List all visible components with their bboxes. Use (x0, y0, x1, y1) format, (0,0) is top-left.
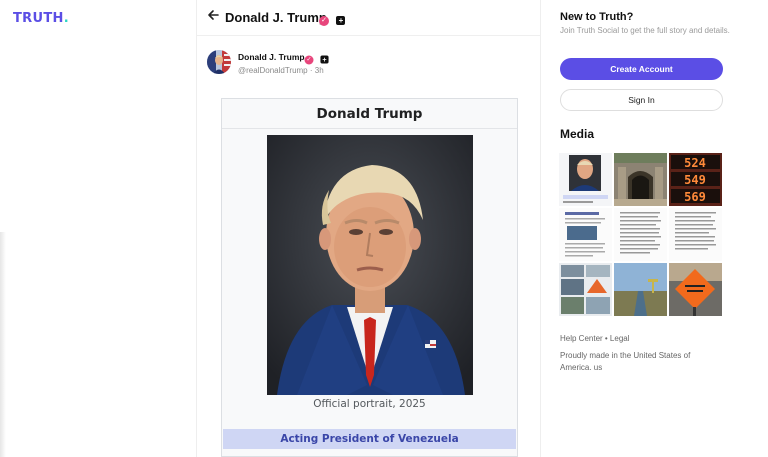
signup-subtext: Join Truth Social to get the full story … (560, 26, 730, 35)
infobox-role-header: Acting President of Venezuela (223, 429, 516, 449)
post-image-infobox[interactable]: Donald Trump Official portrait, 2025 Act… (221, 98, 518, 457)
avatar[interactable] (207, 50, 231, 74)
post-header: Donald J. Trump ✓ + @realDonaldTrump · 3… (197, 36, 540, 86)
meta-separator: · (309, 66, 313, 75)
media-thumb-document[interactable] (669, 208, 722, 261)
footer-links[interactable]: Help Center • Legal (560, 334, 630, 343)
media-thumb-road-sign[interactable] (669, 263, 722, 316)
plus-badge-icon: + (320, 55, 330, 64)
media-thumb-flood-collage[interactable] (559, 263, 612, 316)
official-portrait-image (267, 135, 473, 395)
right-sidebar: New to Truth? Join Truth Social to get t… (541, 0, 768, 457)
page-title: Donald J. Trump (225, 10, 327, 25)
profile-header: Donald J. Trump ✓ + (197, 0, 540, 36)
infobox-title: Donald Trump (222, 99, 517, 129)
sign-in-button[interactable]: Sign In (560, 89, 723, 111)
logo-text: TRUTH (13, 11, 64, 26)
author-handle: @realDonaldTrump · 3h (238, 66, 324, 75)
main-feed: Donald J. Trump ✓ + Donald J. Trump ✓ + (196, 0, 541, 457)
footer-made-in: Proudly made in the United States of Ame… (560, 351, 691, 372)
left-nav: TRUTH. (0, 0, 196, 457)
media-thumb-document[interactable] (559, 208, 612, 261)
media-thumb-document[interactable] (614, 208, 667, 261)
arrow-left-icon[interactable] (207, 9, 219, 24)
create-account-button[interactable]: Create Account (560, 58, 723, 80)
handle-text[interactable]: @realDonaldTrump (238, 66, 308, 75)
portrait-caption: Official portrait, 2025 (313, 398, 426, 410)
gas-price-1: 524 (684, 156, 706, 170)
post-time[interactable]: 3h (315, 66, 324, 75)
plus-badge-icon: + (336, 16, 346, 26)
signup-heading: New to Truth? (560, 11, 634, 23)
logo-dot: . (63, 11, 69, 26)
media-thumb-gas-price-sign[interactable]: 524 549 569 (669, 153, 722, 206)
media-grid: 524 549 569 (559, 153, 723, 317)
media-heading: Media (560, 127, 595, 141)
verified-badge-icon: ✓ (319, 15, 329, 26)
media-thumb-building-entrance[interactable] (614, 153, 667, 206)
gas-price-3: 569 (684, 190, 706, 204)
verified-badge-icon: ✓ (304, 55, 314, 65)
author-name[interactable]: Donald J. Trump (238, 52, 305, 62)
gas-price-2: 549 (684, 173, 706, 187)
left-edge-shadow (0, 232, 6, 457)
media-thumb-portrait-document[interactable] (559, 153, 612, 206)
media-thumb-canal-landscape[interactable] (614, 263, 667, 316)
truth-logo[interactable]: TRUTH. (13, 11, 69, 26)
